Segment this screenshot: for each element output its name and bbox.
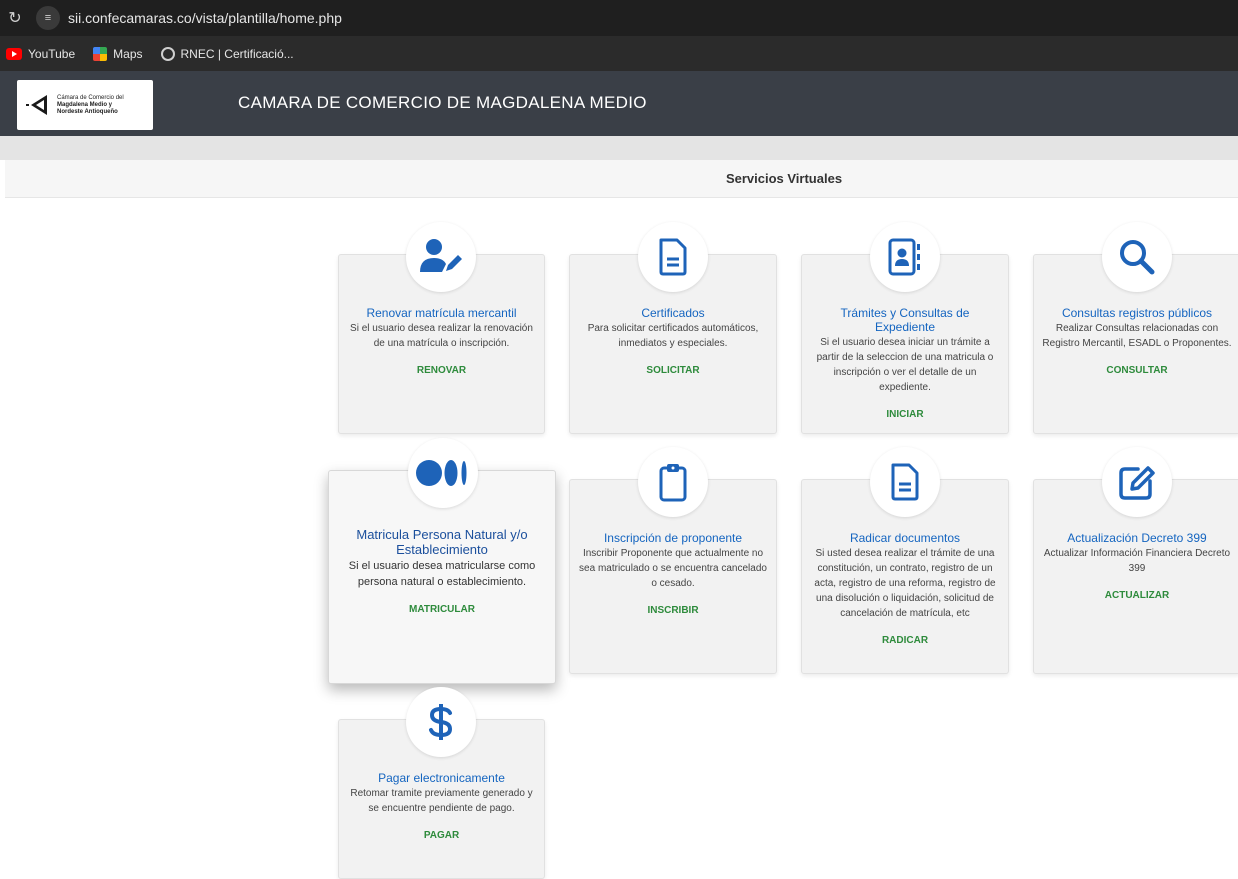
pagar-button[interactable]: PAGAR bbox=[424, 830, 459, 841]
logo-line1: Cámara de Comercio del bbox=[57, 94, 124, 101]
service-card-renovar[interactable]: Renovar matrícula mercantil Si el usuari… bbox=[338, 222, 545, 434]
card-description: Retomar tramite previamente generado y s… bbox=[350, 788, 533, 814]
logo[interactable]: Cámara de Comercio del Magdalena Medio y… bbox=[17, 80, 153, 130]
bookmark-label: RNEC | Certificació... bbox=[180, 46, 294, 61]
card-title: Pagar electronicamente bbox=[378, 771, 505, 785]
services-title: Servicios Virtuales bbox=[725, 171, 843, 186]
card-description: Si el usuario desea matricularse como pe… bbox=[348, 560, 536, 588]
solicitar-button[interactable]: SOLICITAR bbox=[646, 365, 699, 376]
card-title: Inscripción de proponente bbox=[603, 531, 743, 545]
card-title: Consultas registros públicos bbox=[1061, 306, 1213, 320]
address-book-icon bbox=[888, 238, 920, 276]
service-card-tramites[interactable]: Trámites y Consultas de Expediente Si el… bbox=[801, 222, 1009, 434]
bookmark-label: YouTube bbox=[28, 46, 76, 61]
service-card-certificados[interactable]: Certificados Para solicitar certificados… bbox=[569, 222, 777, 434]
card-title: Certificados bbox=[641, 306, 705, 320]
services-bar: Servicios Virtuales bbox=[5, 160, 1238, 198]
card-title: Radicar documentos bbox=[849, 531, 961, 545]
card-description: Si el usuario desea realizar la renovaci… bbox=[350, 323, 533, 349]
bookmarks-bar: YouTube Maps RNEC | Certificació... bbox=[0, 36, 1238, 71]
card-icon bbox=[406, 687, 476, 757]
card-title: Actualización Decreto 399 bbox=[1067, 531, 1207, 545]
card-icon bbox=[1102, 222, 1172, 292]
card-icon bbox=[638, 222, 708, 292]
iniciar-button[interactable]: INICIAR bbox=[886, 409, 923, 420]
site-title: CAMARA DE COMERCIO DE MAGDALENA MEDIO bbox=[238, 93, 647, 112]
edit-icon bbox=[1119, 466, 1155, 500]
header-divider bbox=[0, 136, 1238, 160]
site-header: Cámara de Comercio del Magdalena Medio y… bbox=[0, 71, 1238, 136]
card-icon bbox=[638, 447, 708, 517]
bookmark-rnec[interactable]: RNEC | Certificació... bbox=[160, 46, 294, 61]
bookmark-label: Maps bbox=[113, 46, 143, 61]
card-icon bbox=[406, 222, 476, 292]
bookmark-maps[interactable]: Maps bbox=[93, 46, 143, 61]
service-card-proponente[interactable]: Inscripción de proponente Inscribir Prop… bbox=[569, 447, 777, 674]
renovar-button[interactable]: RENOVAR bbox=[417, 365, 466, 376]
logo-line3: Nordeste Antioqueño bbox=[57, 108, 118, 115]
card-description: Inscribir Proponente que actualmente no … bbox=[579, 548, 767, 589]
clipboard-icon bbox=[659, 464, 687, 502]
service-card-decreto399[interactable]: Actualización Decreto 399 Actualizar Inf… bbox=[1033, 447, 1238, 674]
card-title: Trámites y Consultas de Expediente bbox=[840, 306, 970, 334]
url-text[interactable]: sii.confecamaras.co/vista/plantilla/home… bbox=[68, 10, 342, 26]
card-icon bbox=[870, 222, 940, 292]
user-edit-icon bbox=[420, 239, 462, 272]
card-icon bbox=[1102, 447, 1172, 517]
card-description: Actualizar Información Financiera Decret… bbox=[1043, 548, 1231, 574]
service-card-radicar[interactable]: Radicar documentos Si usted desea realiz… bbox=[801, 447, 1009, 674]
service-card-pagar[interactable]: Pagar electronicamente Retomar tramite p… bbox=[338, 687, 545, 879]
card-description: Para solicitar certificados automáticos,… bbox=[587, 323, 759, 349]
service-card-matricula[interactable]: Matricula Persona Natural y/o Establecim… bbox=[328, 438, 556, 684]
card-title: Matricula Persona Natural y/o Establecim… bbox=[356, 527, 528, 557]
card-title: Renovar matrícula mercantil bbox=[366, 306, 517, 320]
card-description: Si usted desea realizar el trámite de un… bbox=[814, 548, 996, 619]
file-icon bbox=[659, 238, 687, 276]
globe-icon bbox=[160, 46, 175, 61]
dollar-icon bbox=[429, 704, 453, 740]
logo-line2: Magdalena Medio y bbox=[57, 101, 113, 108]
service-card-consultas[interactable]: Consultas registros públicos Realizar Co… bbox=[1033, 222, 1238, 434]
search-icon bbox=[1120, 240, 1155, 275]
medium-icon bbox=[416, 460, 467, 486]
radicar-button[interactable]: RADICAR bbox=[882, 635, 928, 646]
logo-mark-icon bbox=[26, 95, 47, 115]
reload-icon[interactable]: ↻ bbox=[2, 8, 28, 28]
logo-text: Cámara de Comercio del Magdalena Medio y… bbox=[57, 95, 124, 116]
youtube-icon bbox=[6, 47, 22, 60]
file-icon bbox=[891, 463, 919, 501]
card-icon bbox=[408, 438, 478, 508]
bookmark-youtube[interactable]: YouTube bbox=[6, 47, 75, 61]
site-info-icon[interactable]: ≡ bbox=[36, 6, 60, 30]
card-icon bbox=[870, 447, 940, 517]
actualizar-button[interactable]: ACTUALIZAR bbox=[1105, 590, 1169, 601]
card-description: Si el usuario desea iniciar un trámite a… bbox=[816, 337, 994, 393]
browser-address-bar: ↻ ≡ sii.confecamaras.co/vista/plantilla/… bbox=[0, 0, 1238, 36]
inscribir-button[interactable]: INSCRIBIR bbox=[647, 605, 698, 616]
consultar-button[interactable]: CONSULTAR bbox=[1106, 365, 1167, 376]
matricular-button[interactable]: MATRICULAR bbox=[409, 604, 475, 615]
card-description: Realizar Consultas relacionadas con Regi… bbox=[1042, 323, 1232, 349]
maps-icon bbox=[93, 46, 108, 61]
